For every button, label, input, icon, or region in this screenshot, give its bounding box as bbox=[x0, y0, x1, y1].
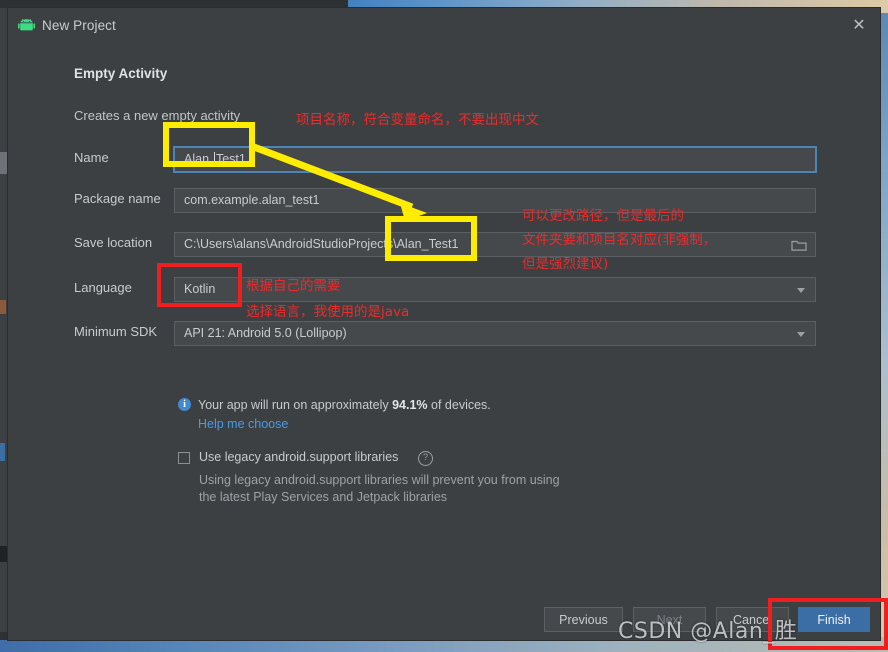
dialog-titlebar: New Project ✕ bbox=[8, 8, 880, 42]
annotation-language-note-2: 选择语言，我使用的是java bbox=[246, 304, 410, 320]
annotation-path-note-1: 可以更改路径，但是最后的 bbox=[522, 208, 684, 224]
legacy-libraries-label[interactable]: Use legacy android.support libraries bbox=[199, 450, 398, 464]
save-location-input[interactable]: C:\Users\alans\AndroidStudioProjects\Ala… bbox=[174, 232, 816, 257]
legacy-desc-line-1: Using legacy android.support libraries w… bbox=[199, 473, 560, 487]
device-coverage-text: Your app will run on approximately 94.1%… bbox=[198, 398, 491, 412]
page-title: Empty Activity bbox=[74, 66, 168, 81]
label-minimum-sdk: Minimum SDK bbox=[74, 324, 158, 339]
label-package-name: Package name bbox=[74, 191, 161, 206]
package-name-value: com.example.alan_test1 bbox=[184, 193, 320, 207]
new-project-dialog: New Project ✕ Empty Activity Creates a n… bbox=[8, 8, 880, 640]
previous-button[interactable]: Previous bbox=[544, 607, 623, 632]
annotation-language-note-1: 根据自己的需要 bbox=[246, 278, 341, 294]
highlight-save-location-folder bbox=[385, 216, 477, 261]
annotation-name-note: 项目名称，符合变量命名，不要出现中文 bbox=[296, 112, 539, 128]
package-name-input[interactable]: com.example.alan_test1 bbox=[174, 188, 816, 213]
legacy-libraries-checkbox[interactable] bbox=[178, 452, 190, 464]
annotation-path-note-3: 但是强烈建议) bbox=[522, 256, 609, 272]
legacy-libraries-description: Using legacy android.support libraries w… bbox=[199, 472, 560, 506]
device-coverage-prefix: Your app will run on approximately bbox=[198, 398, 393, 412]
minimum-sdk-select[interactable]: API 21: Android 5.0 (Lollipop) bbox=[174, 321, 816, 346]
window-title: New Project bbox=[42, 18, 116, 33]
help-me-choose-link[interactable]: Help me choose bbox=[198, 417, 288, 431]
android-robot-icon bbox=[18, 18, 35, 32]
highlight-name-field bbox=[163, 122, 255, 167]
label-save-location: Save location bbox=[74, 235, 153, 250]
form-row-minimum-sdk: Minimum SDK API 21: Android 5.0 (Lollipo… bbox=[74, 321, 816, 347]
legacy-desc-line-2: the latest Play Services and Jetpack lib… bbox=[199, 490, 448, 504]
page-subtitle: Creates a new empty activity bbox=[74, 108, 241, 123]
box-language-field bbox=[157, 263, 242, 307]
watermark: CSDN @Alan_胜 bbox=[618, 619, 798, 644]
minimum-sdk-value: API 21: Android 5.0 (Lollipop) bbox=[184, 326, 347, 340]
chevron-down-icon[interactable] bbox=[797, 332, 805, 337]
ide-strip-marker bbox=[0, 443, 5, 461]
label-name: Name bbox=[74, 150, 109, 165]
close-icon[interactable]: ✕ bbox=[848, 16, 870, 36]
folder-browse-icon[interactable] bbox=[791, 238, 807, 252]
device-coverage-suffix: of devices. bbox=[427, 398, 491, 412]
name-input[interactable]: Alan_Test1 bbox=[173, 146, 817, 173]
info-icon: i bbox=[178, 398, 191, 411]
help-question-icon[interactable]: ? bbox=[418, 451, 433, 466]
chevron-down-icon[interactable] bbox=[797, 288, 805, 293]
ide-strip-marker bbox=[0, 152, 8, 174]
annotation-path-note-2: 文件夹要和项目名对应(非强制， bbox=[522, 232, 717, 248]
ide-strip-marker bbox=[0, 300, 6, 314]
form-row-package: Package name com.example.alan_test1 bbox=[74, 188, 816, 214]
device-coverage-percent: 94.1% bbox=[392, 398, 428, 412]
